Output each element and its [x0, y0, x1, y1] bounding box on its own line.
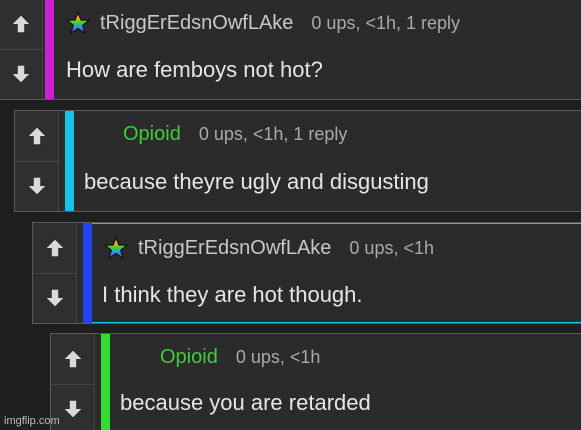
comment-stats: 0 ups, <1h, 1 reply: [311, 12, 461, 33]
comment-text: I think they are hot though.: [102, 282, 363, 307]
comment-text: How are femboys not hot?: [66, 57, 323, 82]
upvote-button[interactable]: [15, 111, 59, 162]
comment-thread: tRiggErEdsnOwfLAke 0 ups, <1h, 1 reply H…: [0, 0, 581, 430]
comment-stats: 0 ups, <1h, 1 reply: [198, 124, 348, 144]
username[interactable]: Opioid: [160, 346, 218, 369]
comment: tRiggErEdsnOwfLAke 0 ups, <1h I think th…: [32, 222, 581, 324]
comment-meta: Opioid 0 ups, <1h, 1 reply: [123, 123, 347, 146]
up-arrow-icon: [64, 350, 82, 368]
upvote-button[interactable]: [33, 223, 77, 274]
comment: tRiggErEdsnOwfLAke 0 ups, <1h, 1 reply H…: [0, 0, 581, 100]
comment-meta: tRiggErEdsnOwfLAke 0 ups, <1h, 1 reply: [66, 11, 460, 35]
vote-controls: [0, 0, 43, 99]
upvote-button[interactable]: [0, 0, 43, 50]
down-arrow-icon: [28, 177, 46, 195]
comment-body: tRiggErEdsnOwfLAke 0 ups, <1h, 1 reply H…: [54, 0, 581, 99]
downvote-button[interactable]: [15, 161, 59, 211]
comment: Opioid 0 ups, <1h because you are retard…: [50, 333, 581, 430]
downvote-button[interactable]: [33, 273, 77, 323]
depth-stripe: [65, 111, 74, 211]
up-arrow-icon: [12, 15, 30, 33]
up-arrow-icon: [46, 239, 64, 257]
downvote-button[interactable]: [0, 49, 43, 99]
comment-body: Opioid 0 ups, <1h because you are retard…: [110, 334, 581, 430]
comment-meta: Opioid 0 ups, <1h: [160, 346, 320, 369]
rainbow-star-icon: [104, 236, 128, 260]
comment-text: because theyre ugly and disgusting: [84, 169, 429, 194]
upvote-button[interactable]: [51, 334, 95, 385]
watermark: imgflip.com: [4, 415, 60, 427]
rainbow-star-icon: [66, 11, 90, 35]
comment-text: because you are retarded: [120, 390, 371, 415]
vote-controls: [33, 223, 77, 323]
comment-stats: 0 ups, <1h: [349, 237, 434, 258]
comment-body: Opioid 0 ups, <1h, 1 reply because theyr…: [74, 111, 581, 211]
username[interactable]: tRiggErEdsnOwfLAke: [100, 12, 293, 35]
vote-controls: [15, 111, 59, 211]
comment-meta: tRiggErEdsnOwfLAke 0 ups, <1h: [104, 236, 434, 260]
down-arrow-icon: [12, 65, 30, 83]
comment: Opioid 0 ups, <1h, 1 reply because theyr…: [14, 110, 581, 212]
depth-stripe: [83, 223, 92, 323]
depth-stripe: [101, 334, 110, 430]
up-arrow-icon: [28, 127, 46, 145]
depth-stripe: [45, 0, 54, 99]
down-arrow-icon: [46, 289, 64, 307]
comment-stats: 0 ups, <1h: [235, 347, 321, 367]
comment-body: tRiggErEdsnOwfLAke 0 ups, <1h I think th…: [92, 223, 581, 323]
username[interactable]: Opioid: [123, 123, 181, 146]
username[interactable]: tRiggErEdsnOwfLAke: [138, 237, 331, 260]
down-arrow-icon: [64, 400, 82, 418]
